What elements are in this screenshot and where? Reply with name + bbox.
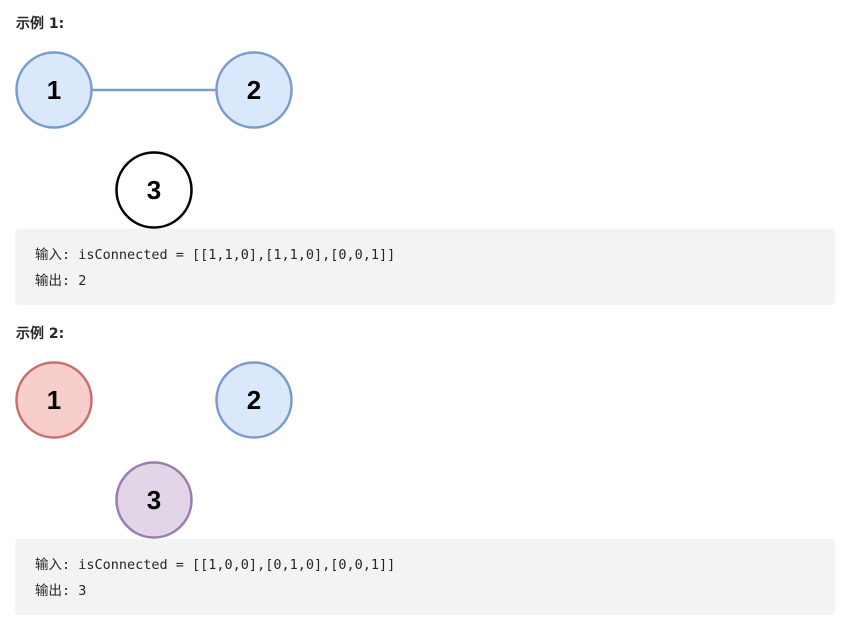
node-2: 2 [215,361,293,439]
example-1-input: 输入: isConnected = [[1,1,0],[1,1,0],[0,0,… [35,247,396,263]
node-1: 1 [15,361,93,439]
example-2-input: 输入: isConnected = [[1,0,0],[0,1,0],[0,0,… [35,557,396,573]
node-3: 3 [115,461,193,539]
node-2-label: 2 [247,385,261,415]
example-2-output: 输出: 3 [35,583,87,599]
node-3: 3 [115,151,193,229]
node-3-label: 3 [147,175,161,205]
node-1-label: 1 [47,385,61,415]
example-1-code-block: 输入: isConnected = [[1,1,0],[1,1,0],[0,0,… [15,229,835,305]
example-1-output: 输出: 2 [35,273,87,289]
node-3-label: 3 [147,485,161,515]
example-1-graph: 1 2 3 [15,51,293,229]
node-2: 2 [215,51,293,129]
example-2-code-block: 输入: isConnected = [[1,0,0],[0,1,0],[0,0,… [15,539,835,615]
example-2-graph: 1 2 3 [15,361,293,539]
node-1-label: 1 [47,75,61,105]
node-1: 1 [15,51,93,129]
node-2-label: 2 [247,75,261,105]
